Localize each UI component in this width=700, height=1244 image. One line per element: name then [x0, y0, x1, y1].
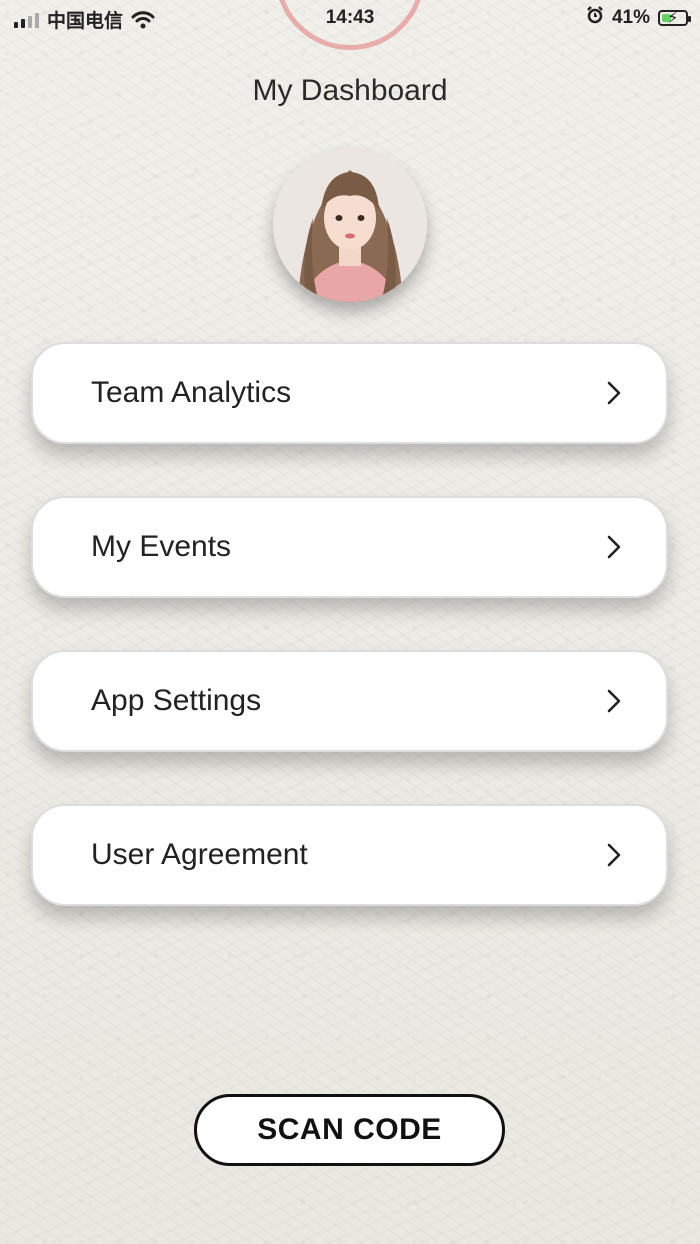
menu-list: Team Analytics My Events App Settings Us…: [31, 342, 668, 958]
menu-item-label: App Settings: [91, 684, 262, 717]
menu-item-label: Team Analytics: [91, 376, 292, 409]
avatar[interactable]: [273, 148, 427, 302]
battery-icon: ⚡: [658, 10, 691, 27]
menu-item-label: User Agreement: [91, 838, 308, 871]
chevron-right-icon: [606, 380, 622, 406]
menu-item-app-settings[interactable]: App Settings: [31, 650, 668, 752]
page-title: My Dashboard: [252, 74, 448, 107]
chevron-right-icon: [606, 688, 622, 714]
scan-code-button[interactable]: SCAN CODE: [194, 1094, 505, 1166]
menu-item-team-analytics[interactable]: Team Analytics: [31, 342, 668, 444]
alarm-icon: [586, 6, 604, 30]
charging-bolt-icon: ⚡: [667, 10, 679, 27]
status-bar: 中国电信 14:43 41% ⚡: [0, 0, 700, 36]
menu-item-my-events[interactable]: My Events: [31, 496, 668, 598]
battery-percent: 41%: [611, 7, 650, 28]
chevron-right-icon: [606, 534, 622, 560]
menu-item-user-agreement[interactable]: User Agreement: [31, 804, 668, 906]
menu-item-label: My Events: [91, 530, 232, 563]
chevron-right-icon: [606, 842, 622, 868]
